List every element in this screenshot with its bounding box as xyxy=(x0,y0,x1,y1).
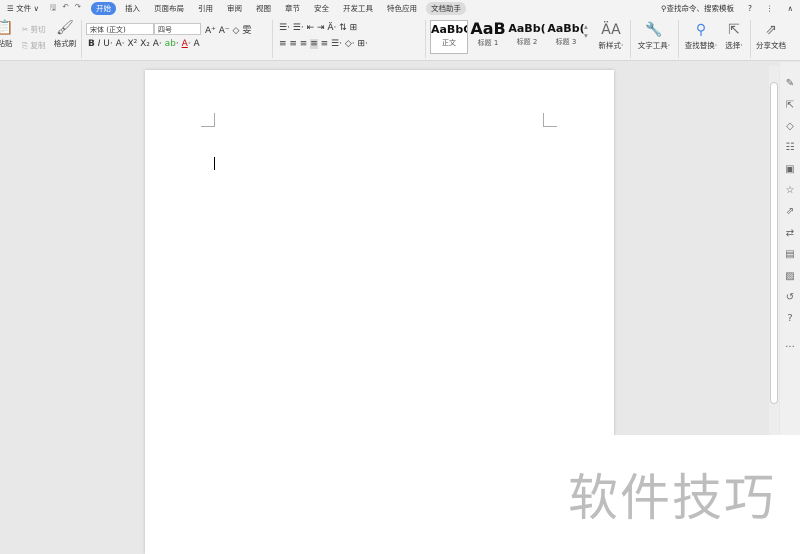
more-icon[interactable]: ··· xyxy=(783,342,797,353)
style-sample: AaBb( xyxy=(508,22,546,35)
menu-bar: ☰ 文件 ∨ 🖫 ↶ ↷ 开始 插入 页面布局 引用 审阅 视图 章节 安全 开发工… xyxy=(0,0,800,16)
style-label: 正文 xyxy=(442,39,456,47)
save-icon[interactable]: 🖫 xyxy=(50,2,56,15)
history-icon[interactable]: ↺ xyxy=(783,292,797,303)
star-icon[interactable]: ☆ xyxy=(783,185,797,196)
quick-access: 🖫 ↶ ↷ xyxy=(50,2,81,15)
style-label: 标题 1 xyxy=(477,39,499,47)
share-icon: ⇗ xyxy=(765,22,777,38)
style-heading-3[interactable]: AaBb( 标题 3 xyxy=(547,22,585,47)
ribbon: 📋 粘贴 ✂ 剪切 ⎘ 复制 🖌 格式刷 宋体 (正文) 四号 A⁺ A⁻ ◇ 雯 … xyxy=(0,16,800,61)
divider xyxy=(630,20,631,58)
tab-references[interactable]: 引用 xyxy=(193,2,218,15)
magnifier-icon: ⚲ xyxy=(695,22,707,38)
more-icon[interactable]: ⋮ xyxy=(761,3,779,14)
paragraph-buttons[interactable]: ☰· ☰· ⇤ ⇥ Ä· ⇅ ⊞ xyxy=(279,23,357,33)
new-style-icon: ÄA xyxy=(601,22,621,38)
tab-layout[interactable]: 页面布局 xyxy=(149,2,189,15)
tab-insert[interactable]: 插入 xyxy=(120,2,145,15)
redo-icon[interactable]: ↷ xyxy=(75,2,81,15)
divider xyxy=(750,20,751,58)
tab-doc-assistant[interactable]: 文档助手 xyxy=(425,1,466,15)
alignment-buttons[interactable]: ≡ ≡ ≡ ≡ ≡ ☰· ◇· ⊞· xyxy=(279,39,368,49)
format-painter-button[interactable]: 🖌 格式刷 xyxy=(52,20,78,49)
margin-corner xyxy=(201,113,215,127)
text-cursor xyxy=(214,157,215,170)
help-button[interactable]: ? xyxy=(743,3,757,14)
watermark: 软件技巧 xyxy=(568,469,776,527)
tab-review[interactable]: 审阅 xyxy=(222,2,247,15)
new-style-label: 新样式 xyxy=(598,41,622,50)
scrollbar-thumb[interactable] xyxy=(770,82,778,404)
search-command[interactable]: ⚲查找命令、搜索模板 xyxy=(656,2,739,15)
document-page[interactable] xyxy=(145,70,614,554)
find-replace-button[interactable]: ⚲ 查找替换· xyxy=(682,22,720,51)
cut-button[interactable]: ✂ 剪切 xyxy=(22,24,46,35)
font-size-buttons[interactable]: A⁺ A⁻ ◇ 雯 xyxy=(205,23,251,36)
translate-icon[interactable]: ⇄ xyxy=(783,228,797,239)
style-sample: AaBb( xyxy=(547,22,585,35)
search-label: 查找命令、搜索模板 xyxy=(666,3,735,13)
shapes-icon[interactable]: ◇ xyxy=(783,121,797,132)
paste-icon: 📋 xyxy=(0,20,14,36)
new-style-button[interactable]: ÄA 新样式· xyxy=(594,22,628,51)
cut-label: 剪切 xyxy=(30,25,46,34)
divider xyxy=(425,20,426,58)
paste-label: 粘贴 xyxy=(0,39,13,48)
share-button[interactable]: ⇗ 分享文档 xyxy=(754,22,788,51)
tab-start[interactable]: 开始 xyxy=(90,1,116,15)
style-label: 标题 3 xyxy=(555,38,577,46)
wrench-icon: 🔧 xyxy=(645,22,663,38)
style-scroll[interactable]: ▴ ▾ xyxy=(584,22,588,40)
export-icon[interactable]: ⇗ xyxy=(783,206,797,217)
undo-icon[interactable]: ↶ xyxy=(62,2,68,15)
select-button[interactable]: ⇱ 选择· xyxy=(722,22,746,51)
brush-icon: 🖌 xyxy=(56,20,74,36)
file-label: 文件 xyxy=(16,3,32,13)
help-icon[interactable]: ? xyxy=(783,313,797,324)
select-label: 选择 xyxy=(725,41,741,50)
font-format-buttons[interactable]: B I U· A· X² X₂ A· ab· A· A xyxy=(88,39,200,49)
style-label: 标题 2 xyxy=(516,38,538,46)
divider xyxy=(272,20,273,58)
image-icon[interactable]: ▨ xyxy=(783,271,797,282)
font-name-select[interactable]: 宋体 (正文) xyxy=(86,23,154,35)
cursor-icon: ⇱ xyxy=(728,22,740,38)
collapse-icon[interactable]: ∧ xyxy=(783,3,799,14)
format-painter-label: 格式刷 xyxy=(53,39,77,48)
copy-button[interactable]: ⎘ 复制 xyxy=(22,40,45,51)
divider xyxy=(81,20,82,58)
paste-button[interactable]: 📋 粘贴 xyxy=(0,20,16,49)
font-size-select[interactable]: 四号 xyxy=(154,23,201,35)
style-heading-2[interactable]: AaBb( 标题 2 xyxy=(508,22,546,47)
tab-developer[interactable]: 开发工具 xyxy=(338,2,378,15)
tab-view[interactable]: 视图 xyxy=(251,2,276,15)
file-menu[interactable]: ☰ 文件 ∨ xyxy=(2,2,44,15)
gallery-icon[interactable]: ▣ xyxy=(783,164,797,175)
text-tools-button[interactable]: 🔧 文字工具· xyxy=(634,22,674,51)
style-sample: AaBbC xyxy=(431,23,467,36)
find-replace-label: 查找替换 xyxy=(684,41,715,50)
archive-icon[interactable]: ▤ xyxy=(783,249,797,260)
divider xyxy=(678,20,679,58)
tab-chapter[interactable]: 章节 xyxy=(280,2,305,15)
style-normal[interactable]: AaBbC 正文 xyxy=(430,20,468,54)
copy-label: 复制 xyxy=(30,41,46,50)
share-label: 分享文档 xyxy=(756,41,786,50)
tab-features[interactable]: 特色应用 xyxy=(382,2,422,15)
margin-corner xyxy=(543,113,557,127)
tab-security[interactable]: 安全 xyxy=(309,2,334,15)
select-icon[interactable]: ⇱ xyxy=(783,100,797,111)
style-sample: AaB xyxy=(470,19,506,38)
settings-icon[interactable]: ☷ xyxy=(783,142,797,153)
style-heading-1[interactable]: AaB 标题 1 xyxy=(469,19,507,48)
text-tools-label: 文字工具 xyxy=(637,41,668,50)
edit-icon[interactable]: ✎ xyxy=(783,78,797,89)
